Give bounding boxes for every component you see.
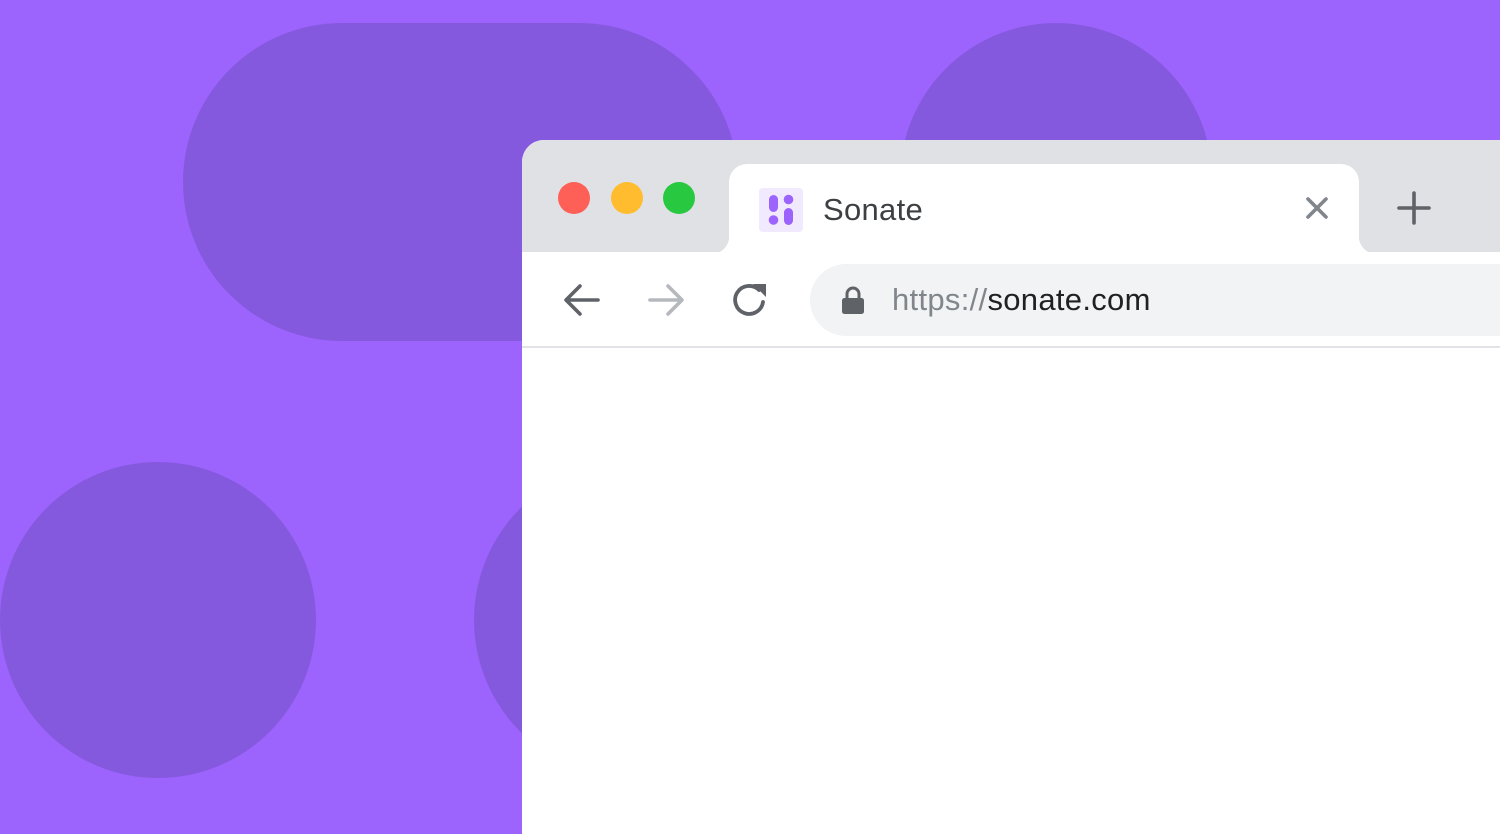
background-circle-bottom-left	[0, 462, 316, 778]
tab-sonate[interactable]: Sonate	[711, 164, 1377, 254]
reload-icon[interactable]	[728, 278, 772, 322]
address-bar[interactable]: https://sonate.com	[810, 264, 1500, 336]
tab-title: Sonate	[823, 192, 924, 227]
close-icon[interactable]	[1303, 194, 1331, 222]
url-scheme: https://	[892, 282, 988, 317]
plus-icon[interactable]	[1396, 190, 1432, 226]
sonate-logo-icon	[759, 188, 803, 232]
page-content-area	[522, 348, 1500, 834]
url-host: sonate.com	[987, 282, 1151, 317]
arrow-right-icon[interactable]	[644, 278, 688, 322]
lock-icon	[840, 285, 866, 315]
arrow-left-icon[interactable]	[560, 278, 604, 322]
window-close-button[interactable]	[558, 182, 590, 214]
navigation-toolbar: https://sonate.com	[522, 252, 1500, 348]
browser-window: Sonate https://sonate.com	[522, 140, 1500, 834]
window-minimize-button[interactable]	[611, 182, 643, 214]
url-text: https://sonate.com	[892, 280, 1151, 320]
window-zoom-button[interactable]	[663, 182, 695, 214]
tab-strip: Sonate	[522, 140, 1500, 254]
